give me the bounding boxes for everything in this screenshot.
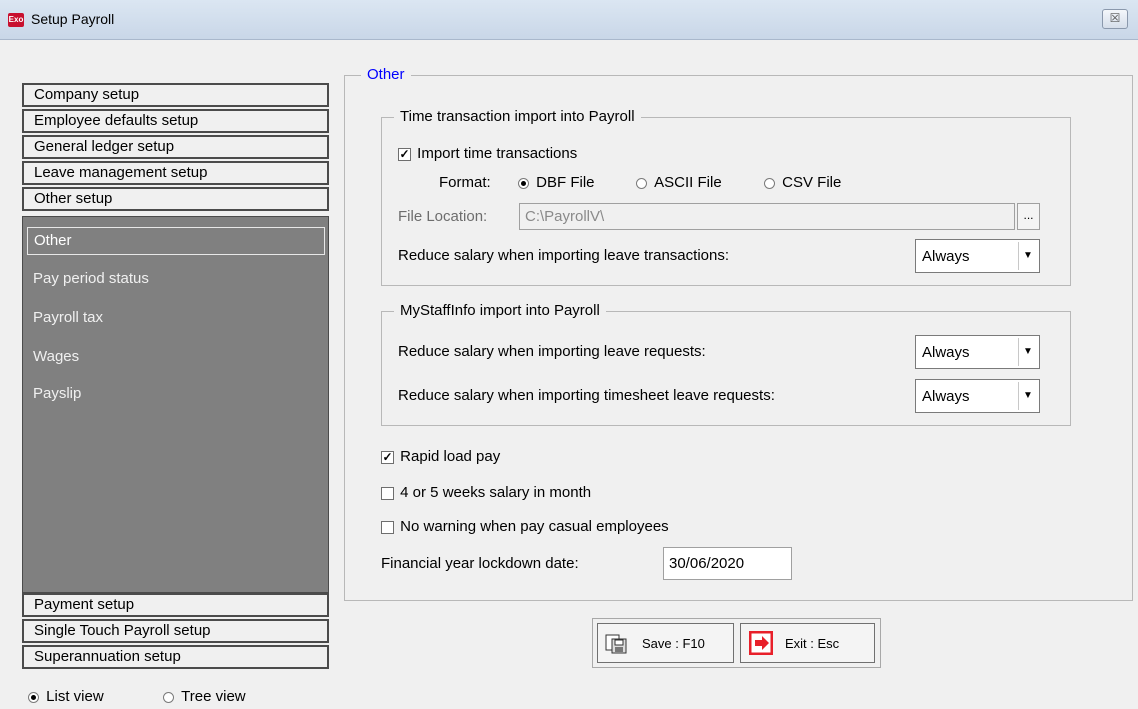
close-button[interactable]: ☒ [1102,9,1128,29]
reduce-leave-req-label: Reduce salary when importing leave reque… [398,343,706,360]
file-location-label: File Location: [398,208,488,225]
nav-item-payment-setup[interactable]: Payment setup [22,593,329,617]
four-five-weeks-checkbox[interactable] [381,486,394,500]
format-csv-label: CSV File [782,174,842,191]
sub-item-payroll-tax[interactable]: Payroll tax [33,309,103,326]
import-time-transactions-label: Import time transactions [417,145,578,162]
exit-icon [748,630,774,656]
window-title: Setup Payroll [31,11,115,27]
other-group-title: Other [361,66,411,83]
list-view-label: List view [46,688,104,705]
format-ascii-label: ASCII File [654,174,722,191]
nav-item-general-ledger-setup[interactable]: General ledger setup [22,135,329,159]
format-dbf-option[interactable]: DBF File [518,174,595,191]
rapid-load-checkbox[interactable]: ✓ [381,450,394,464]
nav-item-leave-management-setup[interactable]: Leave management setup [22,161,329,185]
chevron-down-icon[interactable]: ▼ [1018,338,1037,366]
sub-item-wages[interactable]: Wages [33,348,79,365]
title-bar: Exo Setup Payroll ☒ [0,0,1138,40]
reduce-leave-tx-value: Always [922,248,970,265]
sub-item-other[interactable]: Other [27,227,325,255]
lockdown-label: Financial year lockdown date: [381,555,579,572]
save-button-label: Save : F10 [642,636,705,651]
tree-view-label: Tree view [181,688,246,705]
no-warning-checkbox[interactable] [381,520,394,534]
lockdown-date-input[interactable]: 30/06/2020 [663,547,792,580]
time-import-title: Time transaction import into Payroll [394,108,641,125]
import-time-transactions-option[interactable]: ✓ Import time transactions [398,145,577,162]
sub-item-payslip[interactable]: Payslip [33,385,81,402]
file-location-input[interactable]: C:\PayrollV\ [519,203,1015,230]
four-five-weeks-option[interactable]: 4 or 5 weeks salary in month [381,484,591,501]
format-label: Format: [439,174,491,191]
rapid-load-label: Rapid load pay [400,448,501,465]
four-five-weeks-label: 4 or 5 weeks salary in month [400,484,592,501]
no-warning-label: No warning when pay casual employees [400,518,669,535]
rapid-load-option[interactable]: ✓ Rapid load pay [381,448,500,465]
format-ascii-radio[interactable] [636,177,647,189]
format-csv-radio[interactable] [764,177,775,189]
list-view-option[interactable]: List view [28,688,104,705]
nav-item-company-setup[interactable]: Company setup [22,83,329,107]
import-time-transactions-checkbox[interactable]: ✓ [398,147,411,161]
nav-item-single-touch-payroll-setup[interactable]: Single Touch Payroll setup [22,619,329,643]
save-button[interactable]: Save : F10 [597,623,734,663]
reduce-timesheet-select[interactable]: Always ▼ [915,379,1040,413]
reduce-leave-tx-label: Reduce salary when importing leave trans… [398,247,730,264]
format-dbf-radio[interactable] [518,177,529,189]
save-icon [604,631,628,655]
reduce-leave-req-select[interactable]: Always ▼ [915,335,1040,369]
reduce-leave-tx-select[interactable]: Always ▼ [915,239,1040,273]
chevron-down-icon[interactable]: ▼ [1018,382,1037,410]
nav-item-other-setup[interactable]: Other setup [22,187,329,211]
reduce-timesheet-value: Always [922,388,970,405]
list-view-radio[interactable] [28,691,39,703]
browse-button[interactable]: ... [1017,203,1040,230]
format-dbf-label: DBF File [536,174,595,191]
mystaffinfo-title: MyStaffInfo import into Payroll [394,302,606,319]
sub-item-pay-period-status[interactable]: Pay period status [33,270,149,287]
format-csv-option[interactable]: CSV File [764,174,841,191]
sub-nav-panel: Other Pay period status Payroll tax Wage… [22,216,329,593]
tree-view-radio[interactable] [163,691,174,703]
exit-button[interactable]: Exit : Esc [740,623,875,663]
chevron-down-icon[interactable]: ▼ [1018,242,1037,270]
format-ascii-option[interactable]: ASCII File [636,174,722,191]
exit-button-label: Exit : Esc [785,636,840,651]
nav-item-employee-defaults-setup[interactable]: Employee defaults setup [22,109,329,133]
app-icon: Exo [8,13,24,27]
reduce-leave-req-value: Always [922,344,970,361]
tree-view-option[interactable]: Tree view [163,688,246,705]
nav-item-superannuation-setup[interactable]: Superannuation setup [22,645,329,669]
reduce-timesheet-label: Reduce salary when importing timesheet l… [398,387,775,404]
no-warning-option[interactable]: No warning when pay casual employees [381,518,669,535]
